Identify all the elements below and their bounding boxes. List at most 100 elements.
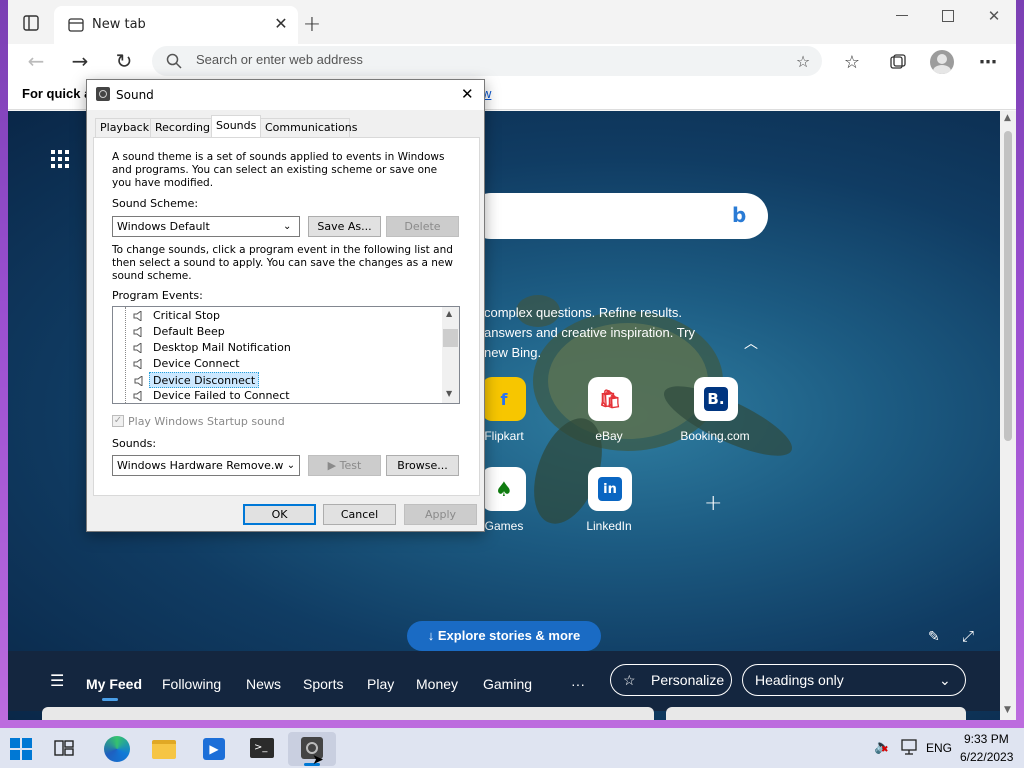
tab-sounds[interactable]: Sounds [211, 115, 261, 138]
profile-avatar[interactable] [930, 50, 954, 74]
tab-actions-icon[interactable] [20, 12, 42, 34]
maximize-icon[interactable] [936, 6, 960, 26]
sound-file-select[interactable]: Windows Hardware Remove.wav ⌄ [112, 455, 300, 476]
save-as-button[interactable]: Save As... [308, 216, 381, 237]
collections-icon[interactable] [886, 50, 910, 74]
add-shortcut-icon[interactable]: + [704, 491, 722, 516]
network-icon[interactable] [900, 738, 918, 756]
page-scrollbar[interactable]: ▲ ▼ [1000, 111, 1016, 720]
list-item[interactable]: Device Connect [133, 356, 240, 372]
bing-icon[interactable]: b [732, 203, 746, 227]
apps-launcher-icon[interactable] [48, 147, 72, 171]
clock-date[interactable]: 6/22/2023 [960, 750, 1013, 764]
close-tab-icon[interactable]: ✕ [272, 14, 290, 33]
apply-button[interactable]: Apply [404, 504, 477, 525]
layout-value: Headings only [755, 672, 844, 688]
dialog-title: Sound [116, 88, 154, 102]
add-favorite-icon[interactable]: ☆ [792, 50, 814, 72]
language-indicator[interactable]: ENG [926, 741, 952, 755]
edge-icon[interactable] [104, 736, 130, 762]
nav-news[interactable]: News [246, 676, 281, 692]
games-icon: ♠ [482, 467, 526, 511]
address-bar[interactable]: Search or enter web address ☆ [152, 46, 822, 76]
clock-time[interactable]: 9:33 PM [964, 732, 1009, 746]
nav-play[interactable]: Play [367, 676, 394, 692]
volume-muted-icon[interactable]: 🔈 ✖ [874, 739, 891, 755]
nav-sports[interactable]: Sports [303, 676, 343, 692]
collapse-chevron-icon[interactable]: ︿ [744, 333, 758, 353]
tab-new-tab[interactable]: New tab ✕ [54, 6, 298, 44]
list-item-selected[interactable]: Device Disconnect [134, 372, 260, 388]
ok-button[interactable]: OK [243, 504, 316, 525]
speaker-icon [133, 391, 142, 401]
settings-more-icon[interactable]: ⋯ [976, 50, 1000, 74]
personalize-button[interactable]: ☆ Personalize [610, 664, 732, 696]
list-item[interactable]: Device Failed to Connect [133, 388, 290, 403]
cancel-button[interactable]: Cancel [323, 504, 396, 525]
task-view-icon[interactable] [54, 738, 76, 760]
tab-title: New tab [92, 17, 146, 32]
new-tab-button[interactable]: + [300, 12, 324, 37]
nav-following[interactable]: Following [162, 676, 221, 692]
sounds-label: Sounds: [112, 437, 157, 450]
close-dialog-icon[interactable]: ✕ [461, 85, 474, 103]
program-events-list[interactable]: Critical Stop Default Beep Desktop Mail … [112, 306, 460, 404]
chevron-down-icon: ⌄ [939, 672, 951, 688]
scroll-thumb[interactable] [443, 329, 458, 347]
test-button[interactable]: ▶ Test [308, 455, 381, 476]
active-nav-indicator [102, 698, 118, 701]
explore-stories-button[interactable]: ↓ Explore stories & more [407, 621, 601, 651]
quick-link-booking[interactable]: B. Booking.com [680, 377, 782, 443]
nav-money[interactable]: Money [416, 676, 458, 692]
start-icon[interactable] [10, 738, 32, 760]
sound-file-value: Windows Hardware Remove.wav [117, 459, 297, 472]
ebay-icon: 🛍 [588, 377, 632, 421]
delete-button[interactable]: Delete [386, 216, 459, 237]
nav-gaming[interactable]: Gaming [483, 676, 532, 692]
list-item[interactable]: Default Beep [133, 324, 225, 340]
startup-sound-label: Play Windows Startup sound [128, 415, 285, 428]
events-label: Program Events: [112, 289, 203, 302]
layout-dropdown[interactable]: Headings only ⌄ [742, 664, 966, 696]
favorites-icon[interactable]: ☆ [840, 50, 864, 74]
feed-card [666, 707, 966, 720]
nav-more[interactable]: ··· [571, 676, 585, 692]
terminal-icon[interactable]: >_ [250, 738, 274, 758]
taskbar: ▶ >_ ➤ 🔈 ✖ ENG 9:33 PM 6/22/2023 [0, 728, 1024, 768]
fullscreen-icon[interactable]: ⤢ [962, 627, 974, 645]
sound-scheme-select[interactable]: Windows Default ⌄ [112, 216, 300, 237]
back-icon[interactable]: ← [24, 49, 48, 73]
media-player-icon[interactable]: ▶ [203, 738, 225, 760]
refresh-icon[interactable]: ↻ [112, 49, 136, 73]
edit-background-icon[interactable]: ✎ [928, 629, 940, 645]
startup-sound-checkbox[interactable]: ✓ [112, 415, 124, 427]
nav-my-feed[interactable]: My Feed [86, 676, 142, 692]
quick-link-ebay[interactable]: 🛍 eBay [586, 377, 676, 443]
list-scrollbar[interactable]: ▲ ▼ [442, 307, 459, 403]
tile-label: Booking.com [680, 429, 750, 443]
minimize-icon[interactable] [890, 6, 914, 26]
quick-link-flipkart[interactable]: f Flipkart [482, 377, 532, 443]
scroll-down-icon[interactable]: ▼ [1004, 705, 1011, 715]
close-window-icon[interactable]: ✕ [982, 6, 1006, 26]
tab-recording[interactable]: Recording [150, 118, 212, 138]
tab-playback[interactable]: Playback [95, 118, 151, 138]
tab-communications[interactable]: Communications [260, 118, 357, 138]
linkedin-icon: in [588, 467, 632, 511]
quick-link-games[interactable]: ♠ Games [482, 467, 532, 533]
web-search-box[interactable]: b [468, 193, 768, 239]
scroll-up-icon[interactable]: ▲ [1004, 113, 1011, 123]
list-item[interactable]: Desktop Mail Notification [133, 340, 291, 356]
list-item[interactable]: Critical Stop [133, 308, 220, 324]
scroll-down-icon[interactable]: ▼ [446, 389, 452, 398]
menu-icon[interactable]: ☰ [50, 671, 64, 690]
file-explorer-icon[interactable] [152, 740, 176, 759]
scroll-thumb[interactable] [1004, 131, 1012, 441]
speaker-icon [134, 376, 143, 386]
quick-link-linkedin[interactable]: in LinkedIn [586, 467, 676, 533]
scroll-up-icon[interactable]: ▲ [446, 309, 452, 318]
tab-strip: New tab ✕ + ✕ [8, 0, 1016, 44]
browse-button[interactable]: Browse... [386, 455, 459, 476]
play-icon: ▶ [327, 459, 337, 472]
forward-icon[interactable]: → [68, 49, 92, 73]
